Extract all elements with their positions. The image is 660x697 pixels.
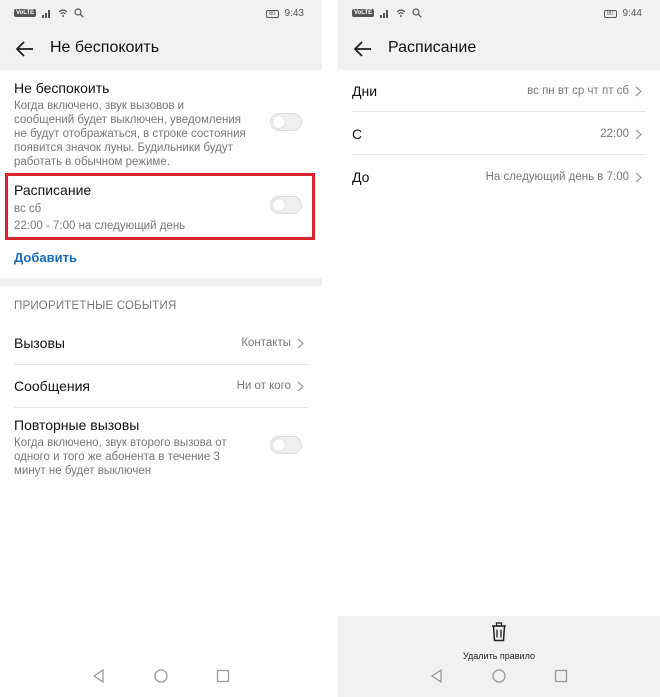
dnd-title: Не беспокоить [14,80,110,96]
divider [352,111,646,112]
app-header: Не беспокоить [0,28,322,70]
priority-section-header: ПРИОРИТЕТНЫЕ СОБЫТИЯ [14,300,177,312]
volte-badge: VoLTE [14,9,37,17]
nav-home-icon[interactable] [153,668,169,684]
chevron-right-icon [635,172,642,183]
signal-icon [42,8,52,18]
repeat-calls-row[interactable]: Повторные вызовы Когда включено, звук вт… [14,417,304,478]
battery-icon: 80 [603,9,617,18]
repeat-calls-label: Повторные вызовы [14,417,140,433]
nav-recents-icon[interactable] [215,668,231,684]
volte-badge: VoLTE [352,9,375,17]
messages-value[interactable]: Ни от кого [237,380,304,392]
right-screen: VoLTE 80 9:44 Расписание Дни вс пн вт ср… [338,0,660,697]
wifi-icon [58,8,68,18]
nav-back-icon[interactable] [91,668,107,684]
search-icon [412,8,422,18]
back-arrow-icon[interactable] [352,38,374,60]
divider [352,154,646,155]
page-title: Не беспокоить [50,39,160,56]
divider [14,407,308,408]
to-value[interactable]: На следующий день в 7:00 [486,171,642,183]
system-nav-bar [338,655,660,697]
bottom-action-panel: Удалить правило [338,616,660,697]
clock: 9:43 [284,8,304,19]
highlight-frame [5,173,315,240]
system-nav-bar [0,655,322,697]
chevron-right-icon [297,338,304,349]
divider [14,364,308,365]
dnd-toggle[interactable] [270,113,302,131]
search-icon [74,8,84,18]
nav-home-icon[interactable] [491,668,507,684]
repeat-calls-toggle[interactable] [270,436,302,454]
trash-icon [490,622,508,642]
wifi-icon [396,8,406,18]
chevron-right-icon [297,381,304,392]
from-value[interactable]: 22:00 [600,128,642,140]
clock: 9:44 [622,8,642,19]
left-screen: VoLTE 80 9:43 Не беспокоить Не беспокоит… [0,0,322,697]
chevron-right-icon [635,129,642,140]
back-arrow-icon[interactable] [14,38,36,60]
dnd-row[interactable]: Не беспокоить Когда включено, звук вызов… [14,80,304,169]
add-rule-link[interactable]: Добавить [14,250,77,265]
dnd-description: Когда включено, звук вызовов и сообщений… [14,100,246,168]
from-label: С [352,126,363,142]
calls-value[interactable]: Контакты [241,337,304,349]
signal-icon [380,8,390,18]
nav-back-icon[interactable] [429,668,445,684]
battery-icon: 80 [265,9,279,18]
app-header: Расписание [338,28,660,70]
nav-recents-icon[interactable] [553,668,569,684]
repeat-calls-description: Когда включено, звук второго вызова от о… [14,437,227,477]
status-bar: VoLTE 80 9:44 [338,0,660,28]
from-row[interactable]: С [352,126,642,142]
status-bar: VoLTE 80 9:43 [0,0,322,28]
chevron-right-icon [635,86,642,97]
section-divider [0,278,322,286]
days-value[interactable]: вс пн вт ср чт пт сб [527,85,642,97]
page-title: Расписание [388,39,477,56]
